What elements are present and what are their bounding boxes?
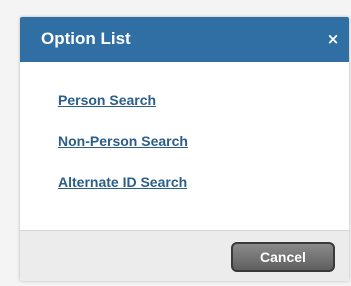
non-person-search-link[interactable]: Non-Person Search [58, 132, 188, 150]
dialog-header: Option List × [20, 17, 349, 62]
alternate-id-search-link[interactable]: Alternate ID Search [58, 173, 187, 191]
dialog-body: Person Search Non-Person Search Alternat… [20, 62, 349, 230]
dialog-footer: Cancel [20, 230, 349, 281]
cancel-button[interactable]: Cancel [231, 242, 335, 272]
person-search-link[interactable]: Person Search [58, 91, 156, 109]
option-list-dialog: Option List × Person Search Non-Person S… [20, 17, 349, 281]
close-icon[interactable]: × [323, 29, 343, 49]
dialog-title: Option List [41, 29, 131, 48]
